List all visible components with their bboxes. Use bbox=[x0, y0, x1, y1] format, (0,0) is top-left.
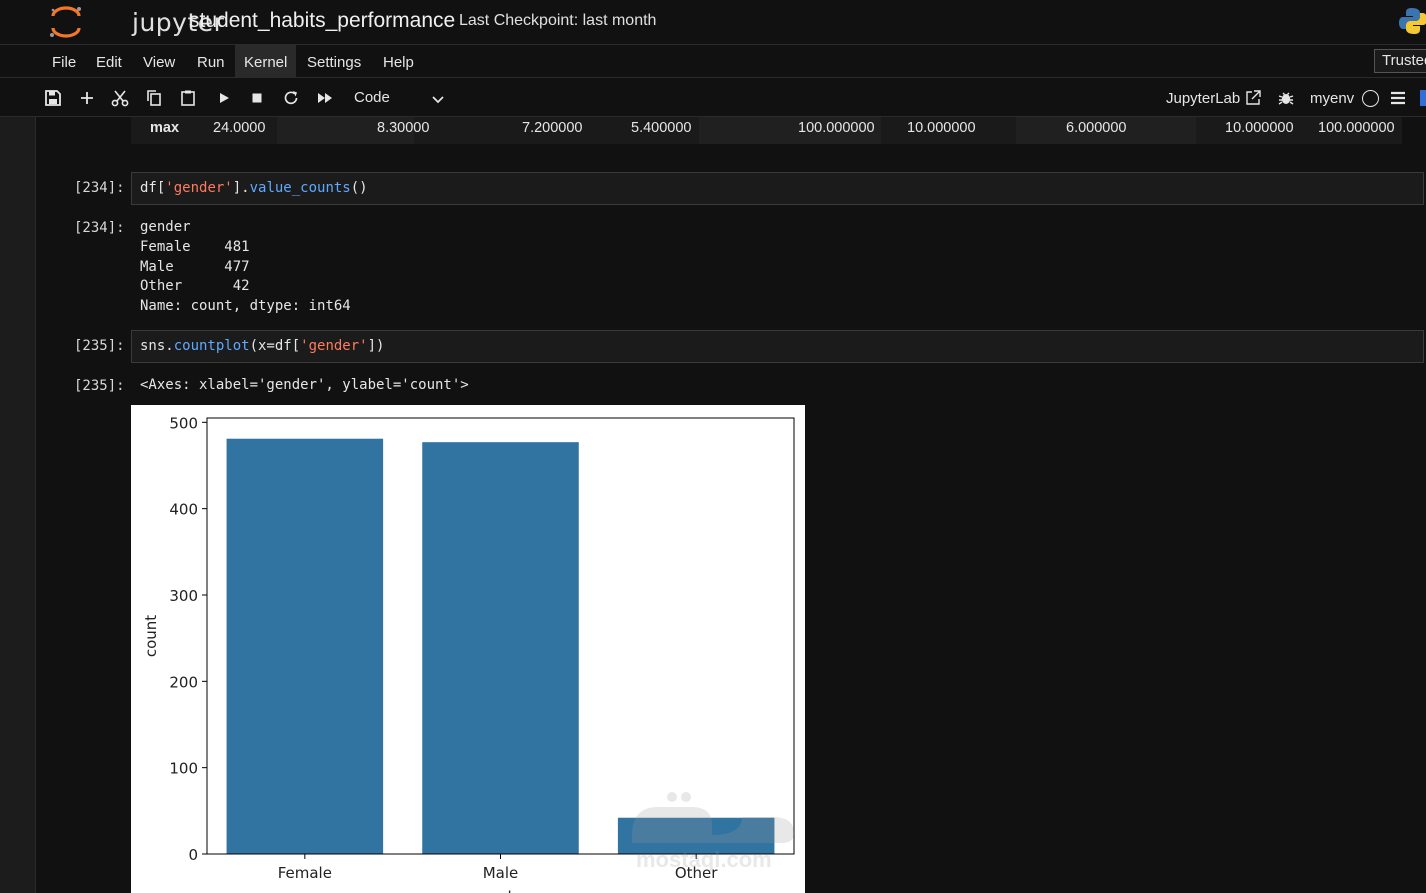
y-tick-label: 300 bbox=[169, 587, 198, 605]
table-cell: 100.000000 bbox=[1318, 120, 1395, 136]
x-tick-label: Female bbox=[278, 864, 332, 882]
menu-help[interactable]: Help bbox=[374, 45, 423, 78]
debugger-bug-icon[interactable] bbox=[1276, 88, 1296, 108]
table-cell: 8.30000 bbox=[377, 120, 430, 136]
y-tick-label: 500 bbox=[169, 414, 198, 432]
bar-female bbox=[226, 438, 384, 854]
menu-kernel[interactable]: Kernel bbox=[235, 45, 297, 78]
output-prompt: [235]: bbox=[74, 378, 125, 394]
code-token: df[ bbox=[140, 180, 166, 196]
kernel-status-idle-icon bbox=[1362, 90, 1379, 107]
input-prompt: [235]: bbox=[74, 338, 125, 354]
y-tick-label: 200 bbox=[169, 673, 198, 691]
code-function: value_counts bbox=[249, 180, 351, 196]
menu-run[interactable]: Run bbox=[188, 45, 234, 78]
jupyterlab-label: JupyterLab bbox=[1166, 90, 1241, 107]
output-line: Male 477 bbox=[140, 258, 250, 275]
y-axis-label: count bbox=[142, 615, 160, 657]
code-string: 'gender' bbox=[300, 338, 368, 354]
table-cell: 6.000000 bbox=[1066, 120, 1127, 136]
code-token: ]) bbox=[367, 338, 385, 354]
cut-icon[interactable] bbox=[110, 88, 130, 108]
notebook-panel: max 24.0000 8.30000 7.200000 5.400000 10… bbox=[0, 117, 1426, 893]
y-tick-label: 100 bbox=[169, 760, 198, 778]
checkpoint-status: Last Checkpoint: last month bbox=[459, 12, 657, 29]
output-prompt: [234]: bbox=[74, 220, 125, 236]
watermark-text: mostaql.com bbox=[636, 847, 772, 872]
input-prompt: [234]: bbox=[74, 180, 125, 196]
y-tick-label: 0 bbox=[188, 846, 198, 864]
code-line: sns.countplot(x=df['gender']) bbox=[140, 338, 384, 354]
jupyter-logo-icon bbox=[50, 6, 81, 38]
menu-bar: File Edit View Run Kernel Settings Help … bbox=[0, 45, 1426, 78]
y-tick-label: 400 bbox=[169, 501, 198, 519]
notebook-title[interactable]: student_habits_performance bbox=[189, 9, 455, 33]
output-text: <Axes: xlabel='gender', ylabel='count'> bbox=[140, 376, 469, 396]
code-token: (x=df[ bbox=[249, 338, 301, 354]
code-function: countplot bbox=[173, 338, 250, 354]
trusted-button[interactable]: Trusted bbox=[1374, 49, 1426, 73]
fast-forward-icon[interactable] bbox=[315, 88, 335, 108]
table-cell: 10.000000 bbox=[907, 120, 976, 136]
title-bar: jupyter student_habits_performance Last … bbox=[0, 0, 1426, 45]
open-jupyterlab-link[interactable]: JupyterLab bbox=[1166, 90, 1240, 107]
toc-icon[interactable] bbox=[1418, 88, 1426, 108]
restart-icon[interactable] bbox=[281, 88, 301, 108]
output-line: Other 42 bbox=[140, 278, 250, 295]
hamburger-menu-icon[interactable] bbox=[1388, 88, 1408, 108]
table-cell: 100.000000 bbox=[798, 120, 875, 136]
copy-icon[interactable] bbox=[144, 88, 164, 108]
mostaql-watermark-logo: mostaql.com bbox=[622, 785, 802, 875]
table-row-header: max bbox=[150, 120, 180, 136]
save-icon[interactable] bbox=[43, 88, 63, 108]
table-cell: 7.200000 bbox=[522, 120, 583, 136]
table-cell: 10.000000 bbox=[1225, 120, 1294, 136]
cell-type-select[interactable]: Code bbox=[354, 89, 390, 106]
stop-icon[interactable] bbox=[247, 88, 267, 108]
x-axis-label: gender bbox=[474, 888, 528, 893]
kernel-name[interactable]: myenv bbox=[1310, 90, 1354, 107]
code-cell-editor[interactable]: df['gender'].value_counts() bbox=[131, 172, 1424, 205]
output-line: gender bbox=[140, 219, 191, 235]
x-tick-label: Male bbox=[483, 864, 519, 882]
describe-table-max-row: max 24.0000 8.30000 7.200000 5.400000 10… bbox=[131, 117, 1402, 144]
table-cell: 24.0000 bbox=[213, 120, 266, 136]
menu-settings[interactable]: Settings bbox=[298, 45, 370, 78]
jupyter-logo[interactable]: jupyter bbox=[48, 5, 224, 39]
menu-edit[interactable]: Edit bbox=[87, 45, 131, 78]
paste-icon[interactable] bbox=[178, 88, 198, 108]
output-line: <Axes: xlabel='gender', ylabel='count'> bbox=[140, 377, 469, 393]
output-line: Name: count, dtype: int64 bbox=[140, 298, 351, 315]
bar-male bbox=[422, 442, 579, 854]
chevron-down-icon[interactable] bbox=[430, 91, 446, 107]
code-line: df['gender'].value_counts() bbox=[140, 180, 368, 196]
menu-view[interactable]: View bbox=[134, 45, 184, 78]
code-cell-editor[interactable]: sns.countplot(x=df['gender']) bbox=[131, 330, 1424, 363]
code-string: 'gender' bbox=[165, 180, 233, 196]
menu-file[interactable]: File bbox=[43, 45, 85, 78]
output-text: gender Female 481 Male 477 Other 42 Name: co… bbox=[140, 218, 351, 317]
code-token: ]. bbox=[232, 180, 250, 196]
left-sidebar-strip bbox=[0, 117, 36, 893]
python-logo-icon bbox=[1398, 6, 1426, 36]
table-cell: 5.400000 bbox=[631, 120, 692, 136]
code-token: () bbox=[350, 180, 368, 196]
add-cell-icon[interactable] bbox=[77, 88, 97, 108]
notebook-toolbar: Code JupyterLab myenv bbox=[0, 79, 1426, 117]
output-line: Female 481 bbox=[140, 238, 250, 255]
run-icon[interactable] bbox=[214, 88, 234, 108]
code-token: sns. bbox=[140, 338, 174, 354]
external-link-icon[interactable] bbox=[1243, 88, 1263, 108]
